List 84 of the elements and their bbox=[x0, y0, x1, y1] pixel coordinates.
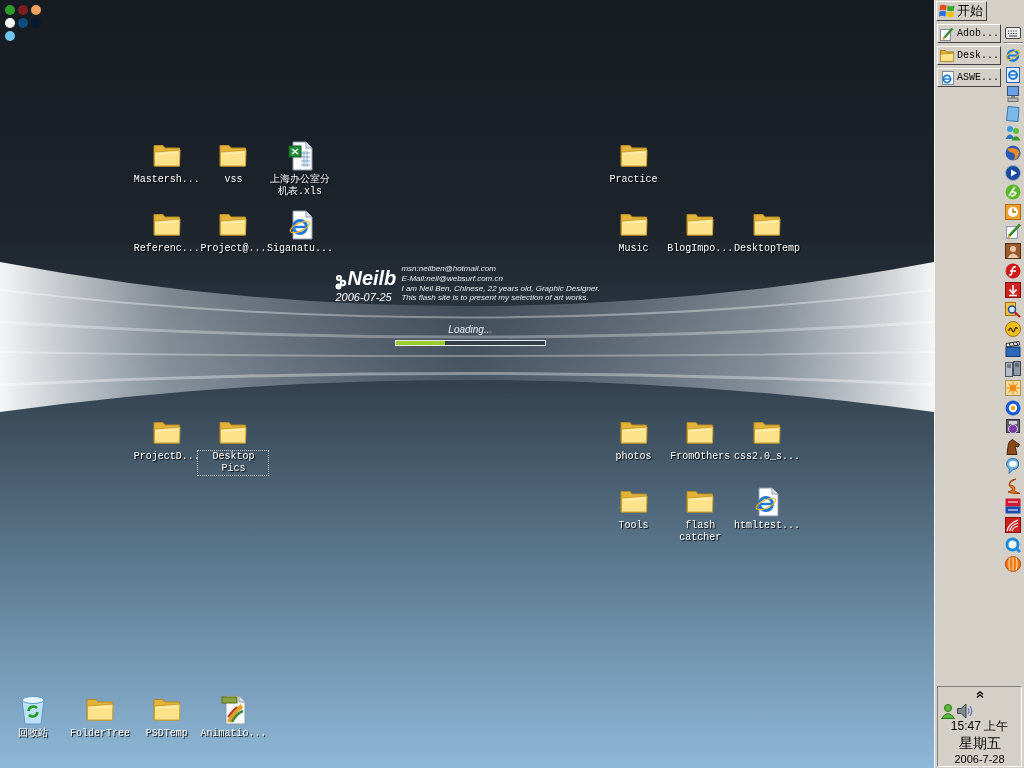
start-button[interactable]: 开始 bbox=[936, 1, 987, 21]
icon-label[interactable]: 上海办公室分机表.xls bbox=[264, 172, 337, 199]
ring-icon[interactable] bbox=[1004, 536, 1021, 553]
folder-icon[interactable] bbox=[619, 421, 648, 444]
download-icon[interactable] bbox=[1004, 282, 1021, 299]
folder-icon[interactable] bbox=[152, 213, 181, 237]
clock-weekday: 星期五 bbox=[958, 735, 1001, 751]
windows-logo-icon bbox=[939, 3, 955, 19]
horse-icon[interactable] bbox=[1004, 438, 1021, 455]
icon-label[interactable]: vss bbox=[222, 172, 245, 187]
keyboard-icon[interactable] bbox=[1004, 27, 1021, 39]
swatch-icon[interactable] bbox=[31, 5, 41, 15]
server-icon[interactable] bbox=[1004, 360, 1021, 377]
folder-icon[interactable] bbox=[752, 213, 781, 237]
folder-icon[interactable] bbox=[686, 421, 715, 444]
folder-icon[interactable] bbox=[752, 421, 781, 444]
monitor-icon[interactable] bbox=[1004, 86, 1021, 103]
globe-icon[interactable] bbox=[1004, 144, 1021, 161]
icon-label[interactable]: Siganatu... bbox=[265, 241, 336, 256]
site-date: 2006-07-25 bbox=[335, 291, 392, 305]
person-icon[interactable] bbox=[941, 704, 955, 719]
intro-text: I am Neil Ben, Chinese, 22 years old, Graphic Designer. bbox=[401, 283, 600, 294]
icon-label[interactable]: Practice bbox=[607, 172, 660, 187]
clock-date: 2006-7-28 bbox=[954, 753, 1005, 766]
web-page-icon bbox=[940, 70, 954, 85]
play-icon[interactable] bbox=[1004, 164, 1021, 181]
recycle-bin-icon[interactable] bbox=[19, 694, 48, 725]
camera-icon[interactable] bbox=[1004, 419, 1021, 436]
clock-time: 15:47 上午 bbox=[950, 719, 1009, 733]
people-icon[interactable] bbox=[1004, 125, 1021, 142]
expand-icon[interactable] bbox=[975, 691, 984, 698]
icon-label[interactable]: css2.0_s... bbox=[731, 449, 802, 464]
icon-label[interactable]: htmltest... bbox=[731, 518, 802, 533]
magnifier-icon[interactable] bbox=[1004, 301, 1021, 318]
icon-label[interactable]: Referenc... bbox=[131, 241, 202, 256]
folder-icon[interactable] bbox=[152, 144, 181, 167]
folder-icon[interactable] bbox=[619, 144, 648, 167]
intro-text: E-Mail:neil@websurf.com.cn bbox=[401, 273, 503, 284]
target-icon[interactable] bbox=[1004, 399, 1021, 416]
icon-label[interactable]: Tools bbox=[616, 518, 651, 533]
browser-icon[interactable] bbox=[1004, 47, 1021, 63]
logo-text: Neilb bbox=[347, 266, 397, 291]
banner-icon[interactable] bbox=[1004, 497, 1021, 514]
loading-label: Loading... bbox=[448, 324, 493, 336]
web-page-icon[interactable] bbox=[754, 486, 780, 517]
icon-label[interactable]: Mastersh... bbox=[131, 172, 202, 187]
task-button[interactable]: Adob... bbox=[937, 24, 1001, 43]
icon-label[interactable]: Desktop Pics bbox=[197, 449, 270, 476]
pen-page-icon[interactable] bbox=[1004, 223, 1021, 240]
icon-label[interactable]: photos bbox=[613, 449, 654, 464]
folder-icon[interactable] bbox=[619, 213, 648, 237]
intro-text: This flash site is to present my selection of art works. bbox=[401, 293, 589, 304]
icon-label[interactable]: DesktopTemp bbox=[731, 241, 802, 256]
intro-text: msn:neilben@hotmail.com bbox=[401, 264, 496, 274]
flower-icon bbox=[335, 274, 348, 291]
swatch-icon[interactable] bbox=[5, 18, 15, 28]
task-button[interactable]: Desk... bbox=[937, 46, 1001, 65]
speech-bubble-icon[interactable] bbox=[1004, 458, 1021, 475]
swirl-disc-icon[interactable] bbox=[1004, 262, 1021, 279]
folder-icon bbox=[940, 49, 954, 62]
disc-icon[interactable] bbox=[1004, 321, 1021, 338]
portrait-icon[interactable] bbox=[1004, 242, 1021, 259]
image-file-icon[interactable] bbox=[220, 694, 246, 725]
clock-icon[interactable] bbox=[1004, 203, 1021, 220]
swatch-icon[interactable] bbox=[5, 5, 15, 15]
icon-label[interactable]: FromOthers bbox=[668, 449, 733, 464]
swatch-icon[interactable] bbox=[18, 5, 28, 15]
signal-tile-icon[interactable] bbox=[1004, 517, 1021, 534]
web-page-icon[interactable] bbox=[287, 209, 313, 240]
folder-icon[interactable] bbox=[219, 144, 248, 167]
folder-icon[interactable] bbox=[219, 421, 248, 444]
task-button[interactable]: ASWE... bbox=[937, 68, 1001, 87]
spreadsheet-icon[interactable] bbox=[287, 140, 313, 171]
speaker-icon[interactable] bbox=[957, 703, 973, 719]
icon-label[interactable]: Music bbox=[616, 241, 651, 256]
clapperboard-icon[interactable] bbox=[1004, 340, 1021, 357]
folder-icon[interactable] bbox=[686, 213, 715, 237]
ball-icon[interactable] bbox=[1004, 556, 1021, 573]
swatch-icon[interactable] bbox=[5, 31, 15, 41]
swatch-icon[interactable] bbox=[18, 18, 28, 28]
sheet-icon[interactable] bbox=[1004, 105, 1021, 122]
folder-icon[interactable] bbox=[219, 213, 248, 237]
folder-icon[interactable] bbox=[152, 421, 181, 444]
pen-page-icon bbox=[940, 26, 954, 41]
